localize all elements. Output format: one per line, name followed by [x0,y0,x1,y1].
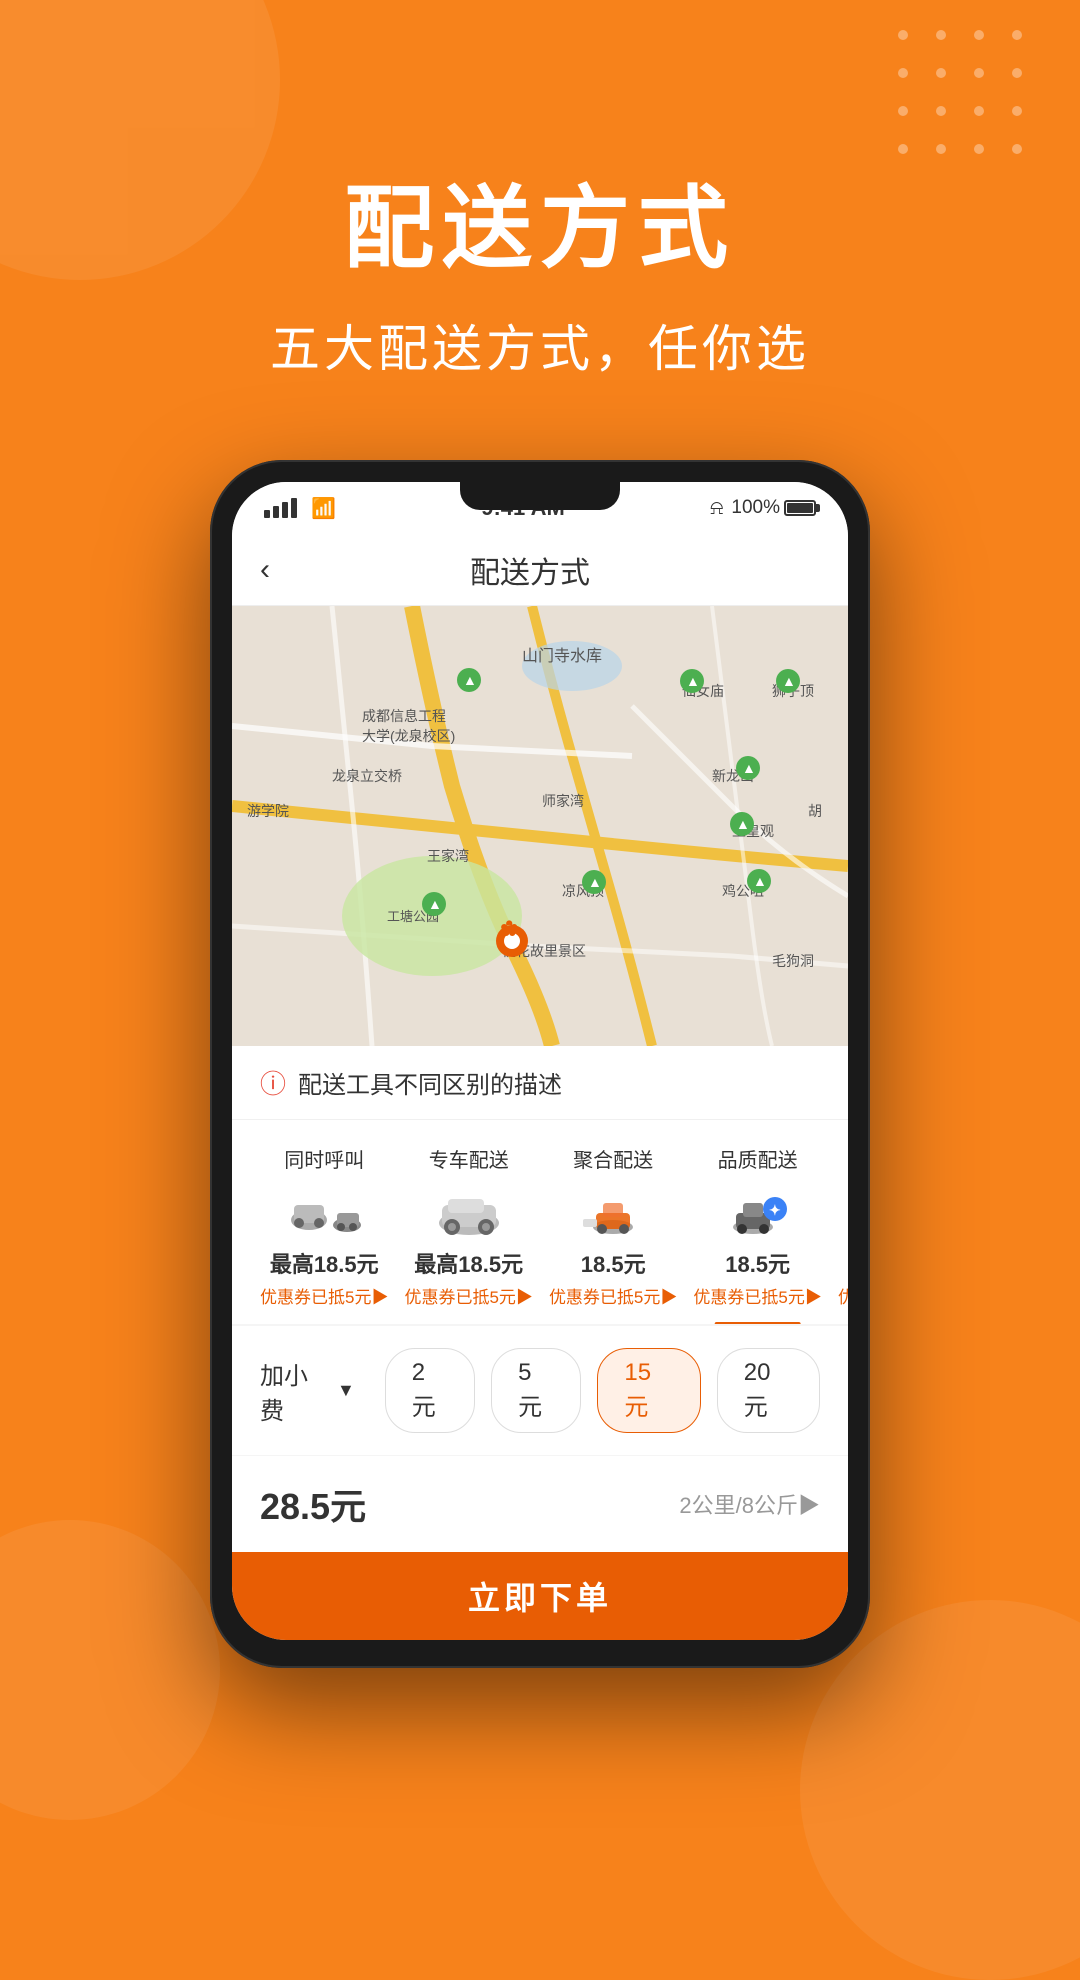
svg-text:成都信息工程: 成都信息工程 [362,708,446,724]
svg-text:▲: ▲ [736,816,750,832]
phone-screen: 📶 9:41 AM ⍾ 100% ‹ 配送方式 [232,482,848,1640]
svg-text:▲: ▲ [753,873,767,889]
option-name-3: 品质配送 [718,1144,798,1173]
svg-text:山门寺水库: 山门寺水库 [522,647,602,665]
delivery-option-price[interactable]: 价格优先 ¥ 18.5元 [830,1144,848,1308]
option-price-3: 18.5元 [725,1247,790,1279]
option-coupon-3: 优惠券已抵5元▶ [693,1283,821,1308]
option-coupon-1: 优惠券已抵5元▶ [404,1283,532,1308]
option-icon-2 [568,1185,658,1237]
svg-text:胡: 胡 [808,803,822,819]
option-coupon-0: 优惠券已抵5元▶ [260,1283,388,1308]
option-price-0: 最高18.5元 [270,1247,379,1279]
option-name-2: 聚合配送 [573,1144,653,1173]
extra-fee-row: 加小费 ▼ 2元 5元 15元 20元 [232,1326,848,1456]
svg-text:毛狗洞: 毛狗洞 [772,953,814,969]
wifi-icon: 📶 [311,496,336,521]
extra-fee-label: 加小费 ▼ [260,1356,355,1426]
total-info: 2公里/8公斤▶ [679,1488,820,1520]
total-price: 28.5元 [260,1478,366,1530]
svg-text:大学(龙泉校区): 大学(龙泉校区) [362,728,455,744]
svg-text:龙泉立交桥: 龙泉立交桥 [332,768,402,784]
circle-decoration-bl [0,1520,220,1820]
phone-notch [460,482,620,510]
option-price-2: 18.5元 [581,1247,646,1279]
page-sub-title: 五大配送方式，任你选 [0,309,1080,381]
svg-text:▲: ▲ [742,760,756,776]
signal-icon [264,498,297,518]
svg-text:▲: ▲ [588,874,602,890]
svg-text:✦: ✦ [769,1202,781,1218]
svg-text:师家湾: 师家湾 [542,793,584,809]
chip-15yuan[interactable]: 15元 [597,1348,700,1433]
svg-text:▲: ▲ [686,673,700,689]
back-button[interactable]: ‹ [260,553,270,587]
option-name-1: 专车配送 [429,1144,509,1173]
delivery-option-private[interactable]: 专车配送 最高18.5元 优惠券已抵5元▶ [396,1144,540,1308]
chip-5yuan[interactable]: 5元 [491,1348,581,1433]
delivery-option-quality[interactable]: 品质配送 ✦ 18.5元 [685,1144,829,1308]
header-section: 配送方式 五大配送方式，任你选 [0,0,1080,381]
nav-title: 配送方式 [290,548,770,592]
svg-text:▲: ▲ [463,672,477,688]
info-text: 配送工具不同区别的描述 [298,1065,562,1100]
delivery-options-bar: 同时呼叫 最高18.5元 [232,1120,848,1326]
option-icon-3: ✦ [713,1185,803,1237]
chip-2yuan[interactable]: 2元 [385,1348,475,1433]
svg-text:▲: ▲ [782,673,796,689]
option-icon-1 [424,1185,514,1237]
battery-indicator: 100% [731,497,816,519]
bluetooth-icon: ⍾ [710,497,723,520]
option-icon-0 [279,1185,369,1237]
status-right: ⍾ 100% [710,497,816,520]
map-area: 山门寺水库 成都信息工程 大学(龙泉校区) 龙泉立交桥 游学院 仙女庙 狮子顶 … [232,606,848,1046]
order-button[interactable]: 立即下单 [232,1552,848,1640]
nav-bar: ‹ 配送方式 [232,534,848,606]
svg-text:✿: ✿ [500,916,518,941]
phone-mockup: 📶 9:41 AM ⍾ 100% ‹ 配送方式 [210,460,870,1668]
svg-text:游学院: 游学院 [247,803,289,819]
phone-outer: 📶 9:41 AM ⍾ 100% ‹ 配送方式 [210,460,870,1668]
svg-text:▲: ▲ [428,896,442,912]
info-banner: ⓘ 配送工具不同区别的描述 [232,1046,848,1120]
chevron-down-icon: ▼ [337,1380,355,1401]
delivery-option-simultaneous[interactable]: 同时呼叫 最高18.5元 [252,1144,396,1308]
option-name-0: 同时呼叫 [284,1144,364,1173]
option-coupon-2: 优惠券已抵5元▶ [549,1283,677,1308]
battery-icon [784,500,816,516]
status-left: 📶 [264,496,336,521]
option-coupon-4: 优惠券已抵5元▶ [838,1283,848,1308]
page-main-title: 配送方式 [0,180,1080,279]
svg-text:王家湾: 王家湾 [427,848,469,864]
extra-chips-container: 2元 5元 15元 20元 [385,1348,820,1433]
chip-20yuan[interactable]: 20元 [717,1348,820,1433]
total-row: 28.5元 2公里/8公斤▶ [232,1456,848,1552]
option-price-1: 最高18.5元 [414,1247,523,1279]
map-svg: 山门寺水库 成都信息工程 大学(龙泉校区) 龙泉立交桥 游学院 仙女庙 狮子顶 … [232,606,848,1046]
warning-icon: ⓘ [260,1064,286,1101]
delivery-option-aggregate[interactable]: 聚合配送 18.5元 优惠券已抵5元▶ [541,1144,685,1308]
